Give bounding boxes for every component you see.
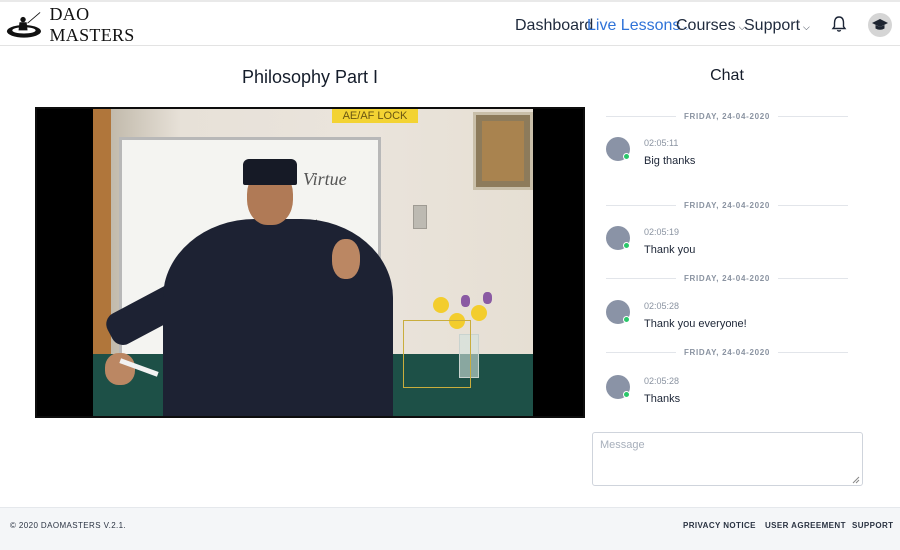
online-status-icon xyxy=(623,316,630,323)
date-divider: FRIDAY, 24-04-2020 xyxy=(606,272,848,284)
graduation-cap-icon xyxy=(872,19,888,30)
nav-live-lessons[interactable]: Live Lessons ⌵ xyxy=(587,17,690,35)
user-avatar[interactable] xyxy=(868,13,892,37)
message-text: Thank you xyxy=(644,244,696,256)
date-divider: FRIDAY, 24-04-2020 xyxy=(606,346,848,358)
nav-support[interactable]: Support ⌵ xyxy=(744,17,810,35)
chat-message: 02:05:28 Thank you everyone! xyxy=(606,298,848,338)
message-text: Thanks xyxy=(644,393,681,405)
copyright-text: © 2020 DAOMASTERS V.2.1. xyxy=(10,521,127,530)
chat-message: 02:05:11 Big thanks xyxy=(606,135,848,175)
nav-courses-label: Courses xyxy=(676,17,736,34)
user-agreement-link[interactable]: USER AGREEMENT xyxy=(765,521,846,530)
message-input[interactable] xyxy=(592,432,863,486)
message-text: Big thanks xyxy=(644,155,696,167)
wall-portrait xyxy=(473,112,533,190)
message-text: Thank you everyone! xyxy=(644,318,747,330)
brand-logo[interactable]: DAO MASTERS xyxy=(6,4,166,45)
focus-indicator xyxy=(403,320,471,388)
chat-message: 02:05:28 Thanks xyxy=(606,373,848,413)
resize-handle-icon[interactable] xyxy=(852,476,860,484)
date-divider: FRIDAY, 24-04-2020 xyxy=(606,199,848,211)
footer: © 2020 DAOMASTERS V.2.1. PRIVACY NOTICE … xyxy=(0,507,900,550)
camera-lock-label: AE/AF LOCK xyxy=(332,109,418,123)
lesson-title: Philosophy Part I xyxy=(241,67,379,87)
whiteboard-text: Virtue xyxy=(303,169,347,189)
nav-dashboard-label: Dashboard xyxy=(515,17,594,34)
chevron-down-icon: ⌵ xyxy=(803,21,810,32)
nav-support-label: Support xyxy=(744,17,801,34)
brand-name: DAO MASTERS xyxy=(49,4,135,45)
dao-logo-icon xyxy=(6,12,41,38)
nav-live-lessons-label: Live Lessons xyxy=(587,17,681,34)
bell-icon[interactable] xyxy=(831,15,847,33)
chat-message: 02:05:19 Thank you xyxy=(606,224,848,264)
chat-title: Chat xyxy=(710,67,744,84)
privacy-notice-link[interactable]: PRIVACY NOTICE xyxy=(683,521,756,530)
video-frame: Virtue AE/AF LOCK xyxy=(93,109,533,416)
message-time: 02:05:11 xyxy=(644,138,679,148)
message-time: 02:05:28 xyxy=(644,301,680,311)
date-divider: FRIDAY, 24-04-2020 xyxy=(606,110,848,122)
support-link[interactable]: SUPPORT xyxy=(852,521,893,530)
video-player[interactable]: Virtue AE/AF LOCK xyxy=(35,107,585,418)
nav-dashboard[interactable]: Dashboard xyxy=(515,17,593,35)
nav-courses[interactable]: Courses ⌵ xyxy=(676,17,745,35)
message-time: 02:05:19 xyxy=(644,227,680,237)
online-status-icon xyxy=(623,391,630,398)
top-navbar: DAO MASTERS Dashboard Live Lessons ⌵ Cou… xyxy=(0,2,900,46)
online-status-icon xyxy=(623,153,630,160)
message-time: 02:05:28 xyxy=(644,376,680,386)
online-status-icon xyxy=(623,242,630,249)
